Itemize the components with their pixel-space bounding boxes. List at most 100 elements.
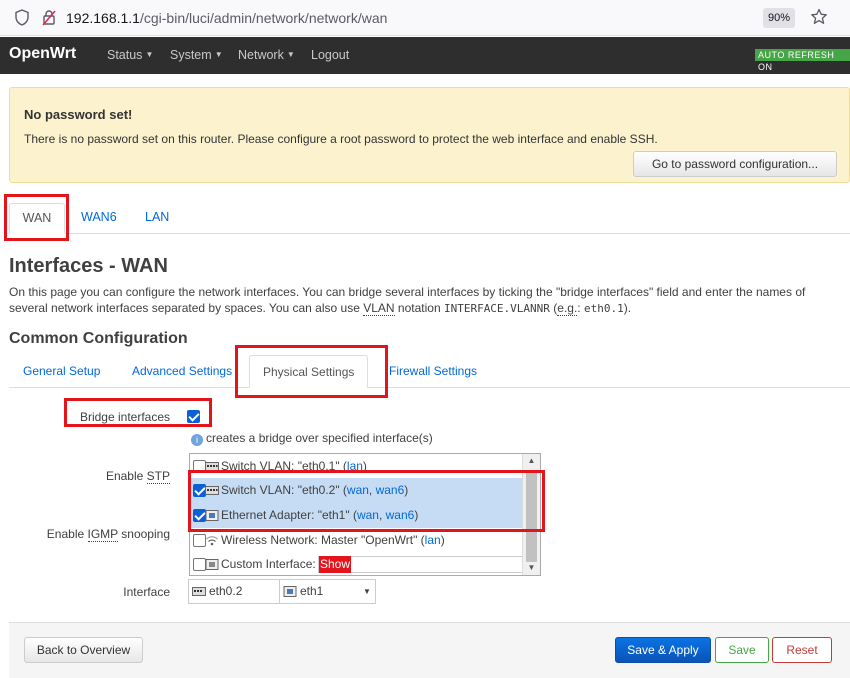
- scroll-down-icon[interactable]: ▼: [523, 561, 540, 575]
- eg-abbr: e.g.: [557, 301, 578, 316]
- bridge-hint: i creates a bridge over specified interfa…: [191, 431, 433, 446]
- list-item[interactable]: Switch VLAN: "eth0.1" (lan): [190, 454, 523, 479]
- page-description: On this page you can configure the netwo…: [9, 284, 839, 317]
- auto-refresh-badge[interactable]: AUTO REFRESH ON: [755, 49, 850, 72]
- alert-message: There is no password set on this router.…: [24, 132, 658, 146]
- browser-url-bar: 192.168.1.1/cgi-bin/luci/admin/network/n…: [0, 0, 850, 36]
- list-item[interactable]: Switch VLAN: "eth0.2" (wan, wan6): [190, 478, 523, 503]
- interface-listbox[interactable]: Switch VLAN: "eth0.1" (lan) Switch VLAN:…: [189, 453, 541, 576]
- interface-name: Ethernet Adapter: "eth1" (: [221, 508, 357, 522]
- scroll-up-icon[interactable]: ▲: [523, 454, 540, 468]
- network-link[interactable]: lan: [347, 459, 363, 473]
- interface-label: Interface: [123, 585, 170, 599]
- ethernet-adapter-icon: [283, 586, 297, 597]
- page-title: Interfaces - WAN: [9, 255, 168, 277]
- menu-status-label: Status: [107, 48, 143, 62]
- url-path: /cgi-bin/luci/admin/network/network/wan: [139, 10, 388, 26]
- shield-icon[interactable]: [14, 9, 30, 26]
- interface-item-text: Switch VLAN: "eth0.2" (wan, wan6): [221, 483, 409, 497]
- desc-text: :: [577, 301, 584, 315]
- interface-item-text: Wireless Network: Master "OpenWrt" (lan): [221, 533, 445, 547]
- bridge-hint-text: creates a bridge over specified interfac…: [206, 431, 433, 445]
- insecure-lock-icon[interactable]: [41, 9, 57, 26]
- switch-icon: [205, 462, 219, 471]
- url-text[interactable]: 192.168.1.1/cgi-bin/luci/admin/network/n…: [66, 10, 387, 26]
- interface-name: Switch VLAN: "eth0.1" (: [221, 459, 347, 473]
- list-item-custom[interactable]: Custom Interface: Show: [190, 552, 524, 575]
- menu-logout[interactable]: Logout: [311, 48, 349, 62]
- desc-line-1: On this page you can configure the netwo…: [9, 285, 806, 299]
- igmp-label-text: Enable: [46, 527, 88, 541]
- alert-title: No password set!: [24, 107, 133, 122]
- network-link[interactable]: wan: [347, 483, 369, 497]
- menu-network-label: Network: [238, 48, 284, 62]
- switch-icon: [192, 587, 206, 596]
- tab-lan[interactable]: LAN: [145, 203, 169, 234]
- network-link[interactable]: lan: [425, 533, 441, 547]
- wireless-icon: [206, 536, 218, 546]
- igmp-label-text: snooping: [117, 527, 170, 541]
- code-sample: eth0.1: [583, 302, 624, 315]
- tab-physical-settings[interactable]: Physical Settings: [249, 355, 369, 388]
- password-config-button[interactable]: Go to password configuration...: [633, 151, 837, 177]
- save-button[interactable]: Save: [715, 637, 769, 663]
- zoom-indicator[interactable]: 90%: [763, 8, 796, 28]
- form-footer: Back to Overview Save & Apply Save Reset: [9, 622, 850, 678]
- enable-stp-label: Enable STP: [20, 469, 170, 484]
- interface-item-text: Switch VLAN: "eth0.1" (lan): [221, 459, 367, 473]
- vlan-abbr: VLAN: [363, 301, 395, 316]
- caret-down-icon: ▼: [286, 50, 295, 59]
- code-sample: INTERFACE.VLANNR: [443, 302, 550, 315]
- network-link[interactable]: wan: [357, 508, 379, 522]
- interface-tabs: WAN WAN6 LAN: [9, 203, 850, 234]
- caret-down-icon: ▼: [214, 50, 223, 59]
- tab-advanced-settings[interactable]: Advanced Settings: [132, 364, 232, 378]
- top-navbar: OpenWrt Status ▼ System ▼ Network ▼ Logout …: [0, 37, 850, 74]
- bookmark-star-icon[interactable]: [810, 8, 828, 26]
- interface-name: Wireless Network: Master "OpenWrt" (: [221, 533, 425, 547]
- custom-interface-input[interactable]: Show: [318, 556, 524, 573]
- menu-system[interactable]: System ▼: [170, 48, 223, 62]
- menu-status[interactable]: Status ▼: [107, 48, 153, 62]
- brand-logo[interactable]: OpenWrt: [9, 45, 76, 63]
- save-apply-button[interactable]: Save & Apply: [615, 637, 711, 663]
- tab-wan[interactable]: WAN: [9, 203, 65, 234]
- selected-interface: eth1: [300, 584, 324, 598]
- switch-icon: [205, 486, 219, 495]
- selected-interface: eth0.2: [209, 584, 243, 598]
- no-password-alert: No password set! There is no password se…: [9, 87, 850, 183]
- back-to-overview-button[interactable]: Back to Overview: [24, 637, 143, 663]
- desc-text: ).: [623, 301, 632, 315]
- network-link[interactable]: wan6: [376, 483, 405, 497]
- info-icon: i: [191, 434, 203, 446]
- stp-abbr: STP: [146, 469, 170, 484]
- section-title: Common Configuration: [9, 330, 188, 347]
- caret-down-icon: ▼: [145, 50, 154, 59]
- tab-firewall-settings[interactable]: Firewall Settings: [389, 364, 477, 378]
- desc-text: several network interfaces separated by …: [9, 301, 364, 315]
- desc-text: notation: [394, 301, 444, 315]
- list-item[interactable]: Wireless Network: Master "OpenWrt" (lan): [190, 528, 523, 553]
- config-subtabs: General Setup Advanced Settings Physical…: [9, 355, 850, 388]
- bridge-interfaces-label: Bridge interfaces: [79, 410, 170, 424]
- list-item[interactable]: Ethernet Adapter: "eth1" (wan, wan6): [190, 503, 523, 528]
- tab-general-setup[interactable]: General Setup: [23, 364, 100, 378]
- network-link[interactable]: wan6: [386, 508, 415, 522]
- scroll-thumb[interactable]: [526, 470, 537, 562]
- stp-label-text: Enable: [105, 469, 147, 483]
- ethernet-adapter-icon: [205, 510, 219, 521]
- interface-selection-display[interactable]: eth0.2 eth1 ▼: [188, 579, 376, 604]
- reset-button[interactable]: Reset: [772, 637, 832, 663]
- menu-network[interactable]: Network ▼: [238, 48, 295, 62]
- divider: [279, 580, 280, 603]
- enable-igmp-label: Enable IGMP snooping: [20, 527, 170, 542]
- bridge-interfaces-checkbox[interactable]: [187, 410, 200, 423]
- custom-interface-label: Custom Interface:: [221, 557, 316, 571]
- menu-system-label: System: [170, 48, 212, 62]
- dropdown-caret-icon[interactable]: ▼: [363, 580, 371, 603]
- igmp-abbr: IGMP: [87, 527, 118, 542]
- listbox-scrollbar[interactable]: ▲ ▼: [522, 454, 540, 575]
- ethernet-adapter-icon: [205, 559, 219, 570]
- interface-item-text: Ethernet Adapter: "eth1" (wan, wan6): [221, 508, 419, 522]
- tab-wan6[interactable]: WAN6: [81, 203, 117, 234]
